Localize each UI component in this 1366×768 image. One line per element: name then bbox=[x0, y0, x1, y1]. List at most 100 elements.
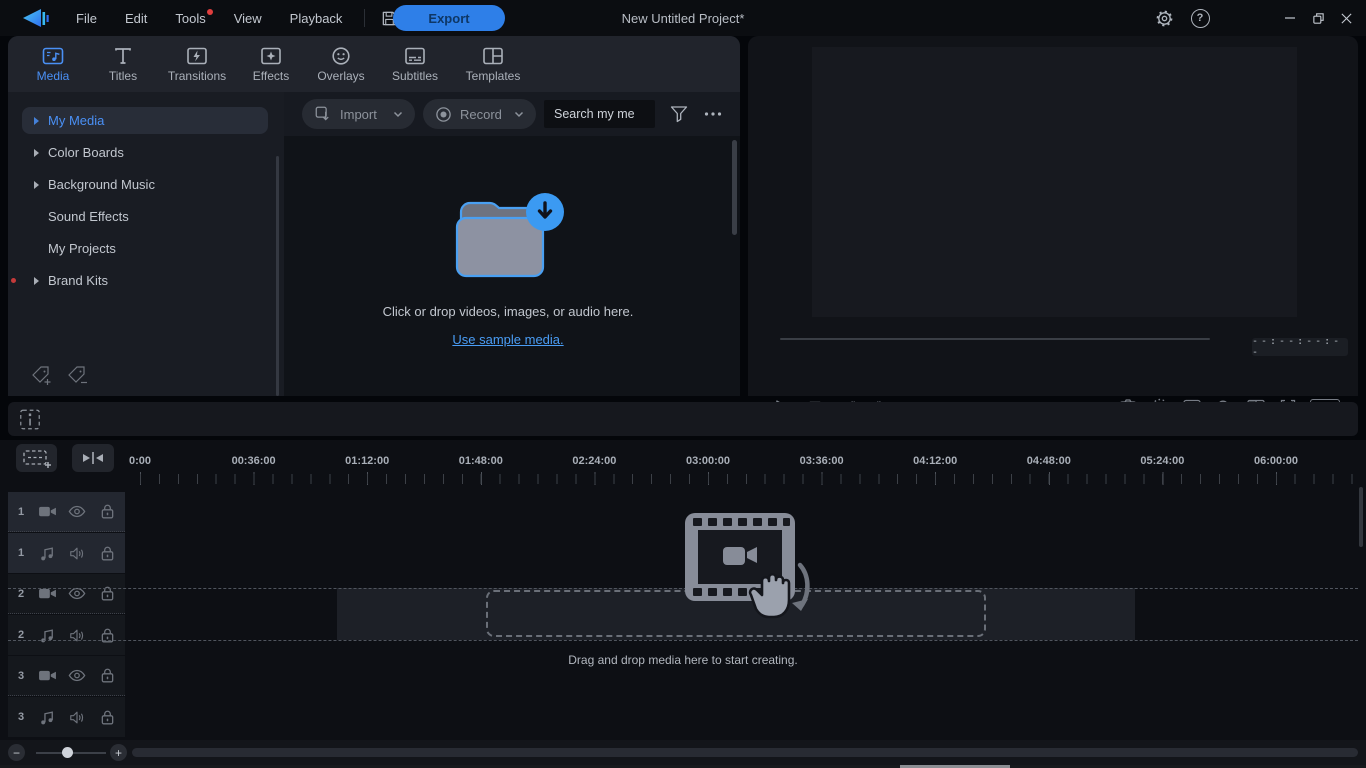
more-ellipsis-icon[interactable] bbox=[701, 102, 725, 126]
timeline-drop-hint: Drag and drop media here to start creati… bbox=[0, 653, 1366, 667]
caret-right-icon[interactable] bbox=[34, 117, 39, 125]
lock-icon[interactable] bbox=[92, 545, 122, 562]
lock-icon[interactable] bbox=[92, 503, 122, 520]
export-button[interactable]: Export bbox=[393, 5, 505, 31]
record-button[interactable]: Record bbox=[423, 99, 536, 129]
menu-file-label: File bbox=[76, 11, 97, 26]
timecode-display: --:--:--:-- bbox=[1252, 338, 1348, 356]
sidebar-item-background-music[interactable]: Background Music bbox=[22, 171, 268, 198]
sidebar-item-label: Brand Kits bbox=[48, 273, 108, 288]
seek-bar[interactable] bbox=[780, 338, 1210, 340]
ruler-time-label: 02:24:00 bbox=[572, 455, 616, 467]
ruler-minor-ticks bbox=[140, 474, 1366, 484]
tab-label: Media bbox=[37, 69, 70, 83]
menu-edit[interactable]: Edit bbox=[113, 7, 159, 30]
menu-bar: File Edit Tools View Playback bbox=[64, 7, 354, 30]
audio-track-icon bbox=[32, 545, 62, 562]
menu-file[interactable]: File bbox=[64, 7, 109, 30]
ruler-time-label: 06:00:00 bbox=[1254, 455, 1298, 467]
close-icon[interactable] bbox=[1332, 4, 1360, 32]
timeline-horizontal-scrollbar[interactable] bbox=[132, 748, 1358, 757]
lock-icon[interactable] bbox=[92, 709, 122, 726]
zoom-slider-thumb[interactable] bbox=[62, 747, 73, 758]
track-header-audio-1[interactable]: 1 bbox=[8, 533, 125, 573]
chevron-down-icon bbox=[514, 111, 524, 118]
tab-templates[interactable]: Templates bbox=[454, 46, 532, 83]
visibility-eye-icon[interactable] bbox=[62, 669, 92, 682]
menu-playback[interactable]: Playback bbox=[278, 7, 355, 30]
tab-titles[interactable]: Titles bbox=[88, 46, 158, 83]
timeline-area: 0:0000:36:0001:12:0001:48:0002:24:0003:0… bbox=[0, 440, 1366, 740]
tab-effects[interactable]: Effects bbox=[236, 46, 306, 83]
filter-funnel-icon[interactable] bbox=[667, 102, 691, 126]
track-header-video-1[interactable]: 1 bbox=[8, 492, 125, 532]
lock-icon[interactable] bbox=[92, 667, 122, 684]
tab-transitions[interactable]: Transitions bbox=[158, 46, 236, 83]
track-header-audio-2[interactable]: 2 bbox=[8, 615, 125, 655]
search-input[interactable] bbox=[544, 100, 655, 128]
timeline-ruler[interactable]: 0:0000:36:0001:12:0001:48:0002:24:0003:0… bbox=[0, 440, 1366, 488]
sidebar-item-label: Background Music bbox=[48, 177, 155, 192]
sidebar-item-sound-effects[interactable]: Sound Effects bbox=[22, 203, 268, 230]
ruler-time-label: 01:12:00 bbox=[345, 455, 389, 467]
import-icon bbox=[314, 105, 332, 123]
ruler-time-label: 00:36:00 bbox=[232, 455, 276, 467]
library-tabs: Media Titles Transitions Effects Overlay… bbox=[8, 36, 740, 92]
ruler-time-label: 03:36:00 bbox=[800, 455, 844, 467]
media-icon bbox=[42, 46, 64, 66]
import-button[interactable]: Import bbox=[302, 99, 415, 129]
overlays-icon bbox=[331, 46, 351, 66]
remove-tag-icon[interactable] bbox=[66, 364, 88, 386]
media-sidebar: My Media Color Boards Background Music S… bbox=[8, 92, 282, 396]
visibility-eye-icon[interactable] bbox=[62, 505, 92, 518]
titlebar-right-controls: ? bbox=[1150, 0, 1366, 36]
caret-right-icon[interactable] bbox=[34, 149, 39, 157]
sidebar-item-my-projects[interactable]: My Projects bbox=[22, 235, 268, 262]
sidebar-item-brand-kits[interactable]: Brand Kits bbox=[22, 267, 268, 294]
media-list-scrollbar[interactable] bbox=[732, 140, 737, 235]
tab-media[interactable]: Media bbox=[18, 46, 88, 83]
track-header-audio-3[interactable]: 3 bbox=[8, 697, 125, 737]
caret-right-icon[interactable] bbox=[34, 181, 39, 189]
media-drop-zone[interactable]: Click or drop videos, images, or audio h… bbox=[284, 136, 732, 396]
notification-dot-icon bbox=[11, 278, 16, 283]
tab-label: Transitions bbox=[168, 69, 226, 83]
settings-gear-icon[interactable] bbox=[1150, 6, 1178, 30]
ruler-time-label: 01:48:00 bbox=[459, 455, 503, 467]
tab-subtitles[interactable]: Subtitles bbox=[376, 46, 454, 83]
minimize-icon[interactable] bbox=[1276, 4, 1304, 32]
import-folder-icon bbox=[449, 190, 567, 282]
templates-icon bbox=[482, 46, 504, 66]
mute-speaker-icon[interactable] bbox=[62, 546, 92, 561]
menu-view-label: View bbox=[234, 11, 262, 26]
tab-label: Overlays bbox=[317, 69, 364, 83]
caret-right-icon[interactable] bbox=[34, 277, 39, 285]
subtitles-icon bbox=[404, 46, 426, 66]
sidebar-scrollbar[interactable] bbox=[276, 156, 279, 396]
maximize-restore-icon[interactable] bbox=[1304, 4, 1332, 32]
add-tag-icon[interactable] bbox=[30, 364, 52, 386]
zoom-in-icon[interactable]: + bbox=[110, 744, 127, 761]
sidebar-item-label: Sound Effects bbox=[48, 209, 129, 224]
track-header-video-2[interactable]: 2 bbox=[8, 574, 125, 614]
media-content-area: Import Record bbox=[284, 92, 740, 396]
mute-speaker-icon[interactable] bbox=[62, 710, 92, 725]
help-icon[interactable]: ? bbox=[1186, 6, 1214, 30]
tab-label: Subtitles bbox=[392, 69, 438, 83]
menu-view[interactable]: View bbox=[222, 7, 274, 30]
zoom-out-icon[interactable]: − bbox=[8, 744, 25, 761]
notification-dot-icon bbox=[207, 9, 213, 15]
tab-overlays[interactable]: Overlays bbox=[306, 46, 376, 83]
video-viewer bbox=[812, 47, 1297, 317]
timeline-vertical-scrollbar[interactable] bbox=[1359, 487, 1363, 547]
video-track-icon bbox=[32, 504, 62, 519]
track-manager-icon[interactable] bbox=[18, 407, 42, 431]
menu-tools[interactable]: Tools bbox=[163, 7, 217, 30]
audio-track-icon bbox=[32, 709, 62, 726]
sidebar-item-label: My Projects bbox=[48, 241, 116, 256]
use-sample-media-link[interactable]: Use sample media. bbox=[452, 332, 563, 347]
sidebar-item-color-boards[interactable]: Color Boards bbox=[22, 139, 268, 166]
timeline-toolbar bbox=[8, 402, 1358, 436]
app-logo-icon bbox=[20, 7, 50, 29]
sidebar-item-my-media[interactable]: My Media bbox=[22, 107, 268, 134]
